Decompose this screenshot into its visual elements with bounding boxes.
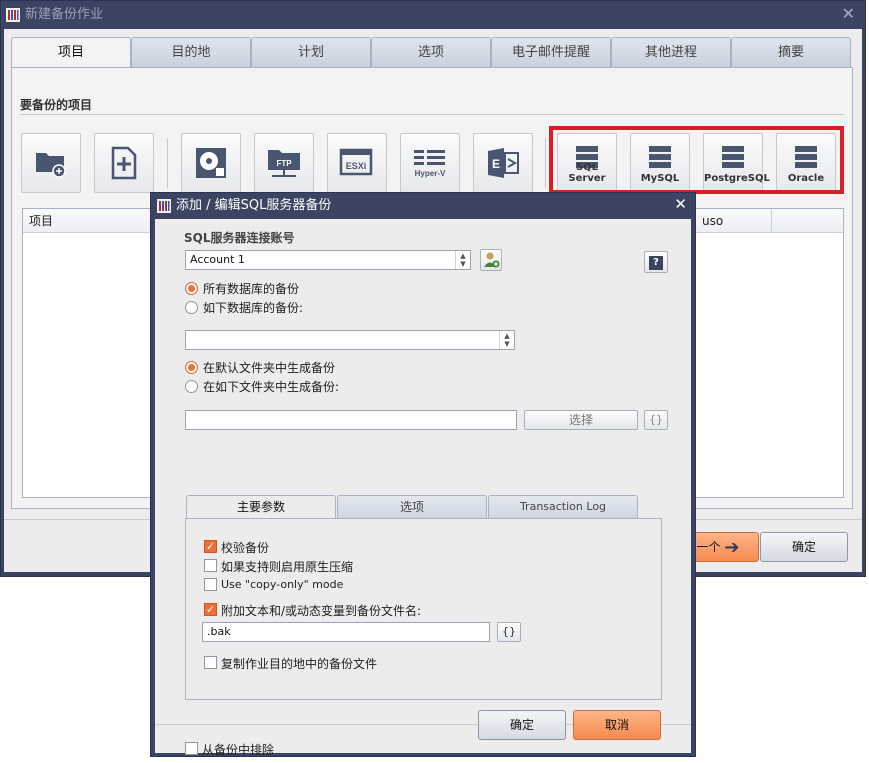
filename-variables-button[interactable]: {} xyxy=(497,622,521,642)
exclude-label: 从备份中排除 xyxy=(202,743,275,757)
choose-folder-button[interactable]: 选择 xyxy=(524,410,638,430)
database-buttons-highlight xyxy=(549,126,844,194)
exchange-button[interactable]: E xyxy=(473,133,533,193)
account-select[interactable]: Account 1 ▲ ▼ xyxy=(185,250,471,270)
user-add-icon xyxy=(484,252,500,268)
verify-label: 校验备份 xyxy=(221,541,270,555)
tab-schedule[interactable]: 计划 xyxy=(251,37,371,67)
tab-items[interactable]: 项目 xyxy=(11,37,131,69)
disk-image-icon xyxy=(196,148,226,178)
exchange-icon: E xyxy=(488,148,519,178)
tab-transaction-log[interactable]: Transaction Log xyxy=(488,495,638,518)
esxi-button[interactable]: ESXi xyxy=(327,133,387,193)
app-icon xyxy=(157,199,171,213)
tab-dialog-options[interactable]: 选项 xyxy=(337,495,487,518)
default-folder-radio[interactable] xyxy=(185,361,198,374)
dialog-title-bar: 添加 / 编辑SQL服务器备份 xyxy=(151,193,695,219)
tab-main-params[interactable]: 主要参数 xyxy=(186,495,336,519)
account-label: SQL服务器连接账号 xyxy=(184,231,295,245)
next-label: 一个 xyxy=(696,540,721,554)
filename-suffix-input[interactable]: .bak xyxy=(202,622,490,642)
svg-text:E: E xyxy=(492,157,500,171)
copy-to-destination-label: 复制作业目的地中的备份文件 xyxy=(221,657,378,671)
default-folder-label: 在默认文件夹中生成备份 xyxy=(203,361,336,375)
section-divider xyxy=(20,114,844,115)
section-label: 要备份的项目 xyxy=(20,98,93,112)
copy-only-label: Use "copy-only" mode xyxy=(221,578,344,591)
compress-label: 如果支持则启用原生压缩 xyxy=(221,560,354,574)
append-text-label: 附加文本和/或动态变量到备份文件名: xyxy=(221,604,422,618)
toolbar-separator xyxy=(545,138,546,188)
append-text-checkbox[interactable]: ✓ xyxy=(204,603,217,616)
arrow-right-icon: ➔ xyxy=(724,537,740,558)
column-header-item[interactable]: 项目 xyxy=(23,209,53,233)
copy-to-destination-checkbox[interactable] xyxy=(204,656,217,669)
tab-options[interactable]: 选项 xyxy=(371,37,491,67)
dialog-close-icon[interactable]: ✕ xyxy=(674,195,687,213)
file-add-icon xyxy=(111,146,137,180)
folder-path-input[interactable] xyxy=(185,410,517,430)
sql-backup-dialog: 添加 / 编辑SQL服务器备份 ✕ SQL服务器连接账号 Account 1 ▲… xyxy=(150,192,696,757)
hyperv-icon: Hyper-V xyxy=(414,150,446,178)
custom-folder-label: 在如下文件夹中生成备份: xyxy=(203,380,340,394)
dialog-client-area: SQL服务器连接账号 Account 1 ▲ ▼ ? 所有数据库的备份 如下数据库… xyxy=(155,219,691,757)
toolbar-separator xyxy=(167,138,168,188)
svg-text:Hyper-V: Hyper-V xyxy=(415,169,446,178)
main-close-icon[interactable]: ✕ xyxy=(842,4,855,23)
ftp-icon: FTP xyxy=(268,150,300,177)
app-icon xyxy=(6,8,20,22)
selected-databases-label: 如下数据库的备份: xyxy=(203,301,304,315)
verify-checkbox[interactable]: ✓ xyxy=(204,540,217,553)
main-params-panel: ✓ 校验备份 如果支持则启用原生压缩 Use "copy-only" mode … xyxy=(185,518,662,700)
main-ok-button[interactable]: 确定 xyxy=(760,532,848,562)
all-databases-radio[interactable] xyxy=(185,282,198,295)
main-tabbar: 项目 目的地 计划 选项 电子邮件提醒 其他进程 摘要 xyxy=(11,37,853,69)
compress-checkbox[interactable] xyxy=(204,559,217,572)
exclude-checkbox[interactable] xyxy=(185,742,198,755)
svg-text:FTP: FTP xyxy=(276,159,292,168)
tab-other-processes[interactable]: 其他进程 xyxy=(611,37,731,67)
ftp-button[interactable]: FTP xyxy=(254,133,314,193)
add-file-button[interactable] xyxy=(94,133,154,193)
disk-image-button[interactable] xyxy=(181,133,241,193)
add-account-button[interactable] xyxy=(480,249,502,271)
help-icon: ? xyxy=(649,256,663,270)
main-window-title: 新建备份作业 xyxy=(25,7,104,22)
database-select[interactable]: ▲ ▼ xyxy=(185,330,515,350)
custom-folder-radio[interactable] xyxy=(185,380,198,393)
inner-tabbar: 主要参数 选项 Transaction Log xyxy=(186,495,646,519)
help-button[interactable]: ? xyxy=(644,251,668,273)
add-folder-button[interactable] xyxy=(21,133,81,193)
svg-text:ESXi: ESXi xyxy=(346,161,367,171)
dialog-cancel-button[interactable]: 取消 xyxy=(573,710,661,740)
tab-destination[interactable]: 目的地 xyxy=(131,37,251,67)
all-databases-label: 所有数据库的备份 xyxy=(203,282,300,296)
folder-variables-button[interactable]: {} xyxy=(644,410,668,430)
selected-databases-radio[interactable] xyxy=(185,301,198,314)
account-value: Account 1 xyxy=(190,253,245,266)
spinner-arrows-icon[interactable]: ▲ ▼ xyxy=(455,251,470,269)
column-header-uso[interactable]: uso xyxy=(695,209,771,233)
column-header-extra[interactable] xyxy=(771,209,845,233)
spinner-arrows-icon[interactable]: ▲ ▼ xyxy=(499,331,514,349)
hyperv-button[interactable]: Hyper-V xyxy=(400,133,460,193)
dialog-ok-button[interactable]: 确定 xyxy=(478,710,566,740)
tab-summary[interactable]: 摘要 xyxy=(731,37,851,67)
tab-email[interactable]: 电子邮件提醒 xyxy=(491,37,611,67)
copy-only-checkbox[interactable] xyxy=(204,578,217,591)
esxi-icon: ESXi xyxy=(339,148,373,176)
folder-add-icon xyxy=(36,153,66,178)
dialog-title: 添加 / 编辑SQL服务器备份 xyxy=(176,198,332,213)
main-title-bar: 新建备份作业 xyxy=(1,1,865,29)
filename-suffix-value: .bak xyxy=(207,625,231,638)
